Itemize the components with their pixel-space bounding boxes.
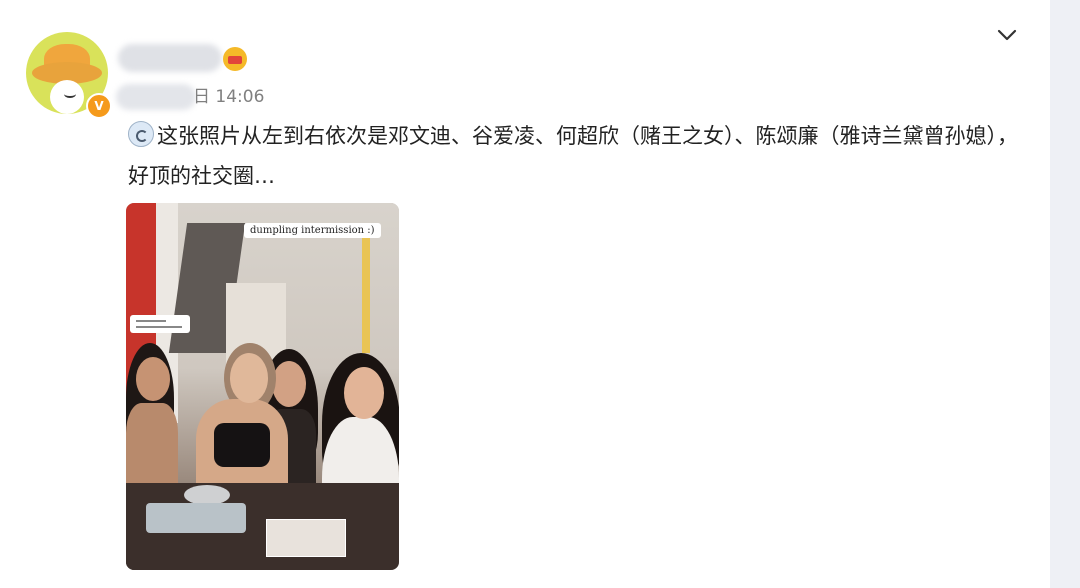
post-photo[interactable]: dumpling intermission :) <box>126 203 399 570</box>
avatar-mouth <box>64 90 76 98</box>
username-redacted[interactable] <box>118 44 222 72</box>
photo-caption: dumpling intermission :) <box>244 223 381 238</box>
chevron-down-icon[interactable] <box>994 22 1020 48</box>
photo-sticker <box>130 315 190 333</box>
post-text: 这张照片从左到右依次是邓文迪、谷爱凌、何超欣（赌王之女）、陈颂廉（雅诗兰黛曾孙媳… <box>128 124 1018 188</box>
date-redacted <box>116 84 196 110</box>
verified-badge-icon: V <box>86 93 112 119</box>
crown-badge-icon <box>223 47 247 71</box>
right-margin <box>1050 0 1080 588</box>
thinking-emoji-icon <box>128 121 154 147</box>
post-timestamp[interactable]: 日 14:06 <box>193 86 264 108</box>
post-body: 这张照片从左到右依次是邓文迪、谷爱凌、何超欣（赌王之女）、陈颂廉（雅诗兰黛曾孙媳… <box>128 116 1028 196</box>
weibo-post-card: V 日 14:06 这张照片从左到右依次是邓文迪、谷爱凌、何超欣（赌王之女）、陈… <box>0 0 1050 588</box>
